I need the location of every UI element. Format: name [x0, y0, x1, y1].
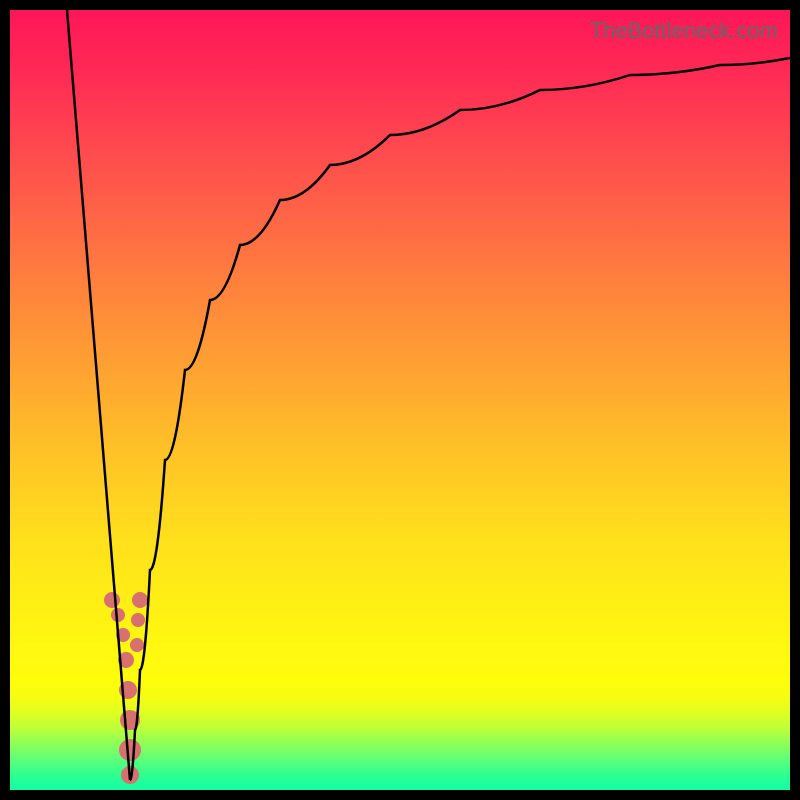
data-point: [119, 739, 141, 761]
curve-right-branch: [130, 58, 790, 780]
chart-svg: [10, 10, 790, 790]
curve-left-branch: [67, 10, 130, 780]
chart-plot-area: TheBottleneck.com: [10, 10, 790, 790]
data-points-group: [104, 592, 148, 784]
watermark-text: TheBottleneck.com: [590, 18, 778, 44]
data-point: [104, 592, 120, 608]
data-point: [131, 613, 145, 627]
data-point: [132, 592, 148, 608]
data-point: [130, 638, 144, 652]
